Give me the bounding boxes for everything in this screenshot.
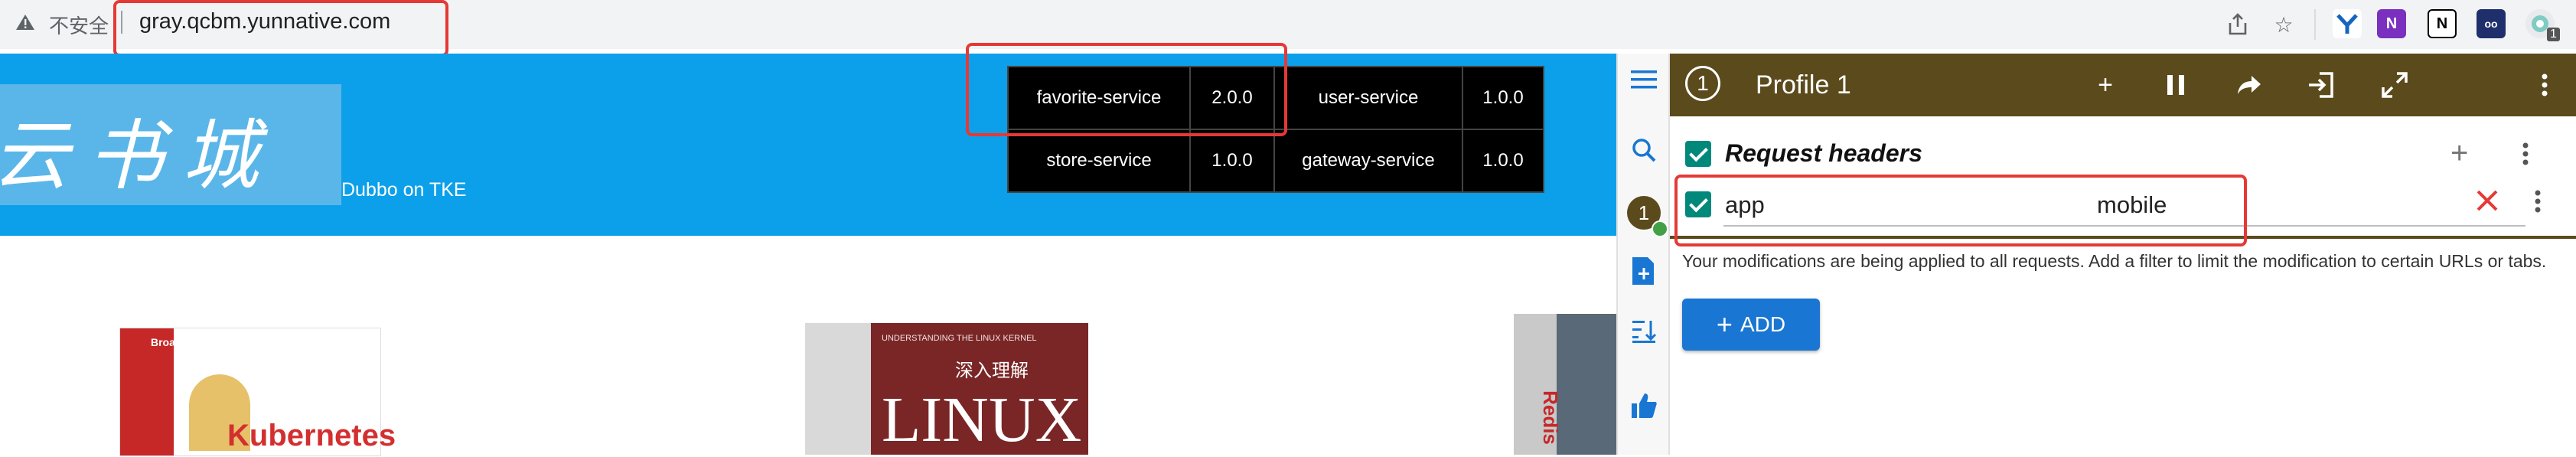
service-name: user-service <box>1273 66 1463 130</box>
site-subtitle: Dubbo on TKE <box>341 179 467 201</box>
request-headers-label: Request headers <box>1725 139 1922 167</box>
extension-ypsilon-icon[interactable] <box>2333 9 2362 38</box>
share-arrow-icon[interactable] <box>2233 69 2265 101</box>
expand-icon[interactable] <box>2379 69 2411 101</box>
book-cover-linux[interactable]: UNDERSTANDING THE LINUX KERNEL 深入理解 LINU… <box>805 323 1088 455</box>
add-file-icon[interactable] <box>1629 256 1659 286</box>
service-highlight-box <box>966 43 1287 136</box>
thumbs-up-icon[interactable] <box>1629 390 1659 421</box>
modheader-sidebar: 1 <box>1616 54 1670 455</box>
search-icon[interactable] <box>1629 135 1659 165</box>
extension-oo-icon[interactable]: oo <box>2477 9 2506 38</box>
sort-icon[interactable] <box>1629 315 1659 346</box>
book-cover-kubernetes[interactable]: Broadview Kubernetes <box>119 328 396 456</box>
book-publisher: Broadview <box>151 336 205 348</box>
active-check-icon <box>1652 220 1668 237</box>
import-icon[interactable] <box>2305 69 2337 101</box>
warning-icon[interactable] <box>15 14 35 31</box>
profile-name[interactable]: Profile 1 <box>1756 70 1851 100</box>
service-version: 1.0.0 <box>1189 129 1275 193</box>
service-version: 1.0.0 <box>1462 66 1544 130</box>
service-version: 1.0.0 <box>1462 129 1544 193</box>
add-icon[interactable]: + <box>2089 69 2121 101</box>
onenote-icon[interactable]: N <box>2377 9 2406 38</box>
share-icon[interactable] <box>2224 11 2252 38</box>
request-headers-checkbox[interactable] <box>1685 141 1711 167</box>
add-button[interactable]: + ADD <box>1682 299 1820 351</box>
book-title: Kubernetes <box>227 419 396 452</box>
toolbar-divider <box>2314 9 2316 40</box>
extension-badge: 1 <box>2547 28 2560 41</box>
bookmark-star-icon[interactable]: ☆ <box>2270 11 2297 38</box>
add-button-label: ADD <box>1740 312 1786 336</box>
plus-icon: + <box>1716 308 1733 340</box>
delete-header-icon[interactable] <box>2475 188 2499 217</box>
pause-icon[interactable] <box>2160 69 2192 101</box>
more-vert-icon[interactable] <box>2529 69 2561 101</box>
modheader-panel: 1 Profile 1 + Request headers + app mobi… <box>1668 54 2576 455</box>
notion-icon[interactable]: N <box>2428 9 2457 38</box>
profile-number[interactable]: 1 <box>1685 66 1720 101</box>
book-series: UNDERSTANDING THE LINUX KERNEL <box>882 334 1037 343</box>
menu-icon[interactable] <box>1629 64 1659 95</box>
filter-hint: Your modifications are being applied to … <box>1682 251 2547 271</box>
service-name: store-service <box>1007 129 1191 193</box>
book-cover-redis[interactable]: Redis <box>1514 314 1616 455</box>
section-menu-icon[interactable] <box>2522 142 2529 169</box>
book-title: Redis <box>1538 390 1562 445</box>
book-subtitle: 深入理解 <box>955 361 1029 381</box>
header-row-menu-icon[interactable] <box>2535 190 2541 217</box>
url-highlight-box <box>113 0 448 57</box>
insecure-label[interactable]: 不安全 <box>49 11 109 39</box>
logo-text: 云书城 <box>0 111 277 201</box>
service-name: gateway-service <box>1273 129 1463 193</box>
book-title: LINUX <box>882 384 1082 455</box>
header-row-highlight-box <box>1674 175 2247 246</box>
profile-header: 1 Profile 1 + <box>1670 54 2576 116</box>
add-header-icon[interactable]: + <box>2450 136 2468 171</box>
